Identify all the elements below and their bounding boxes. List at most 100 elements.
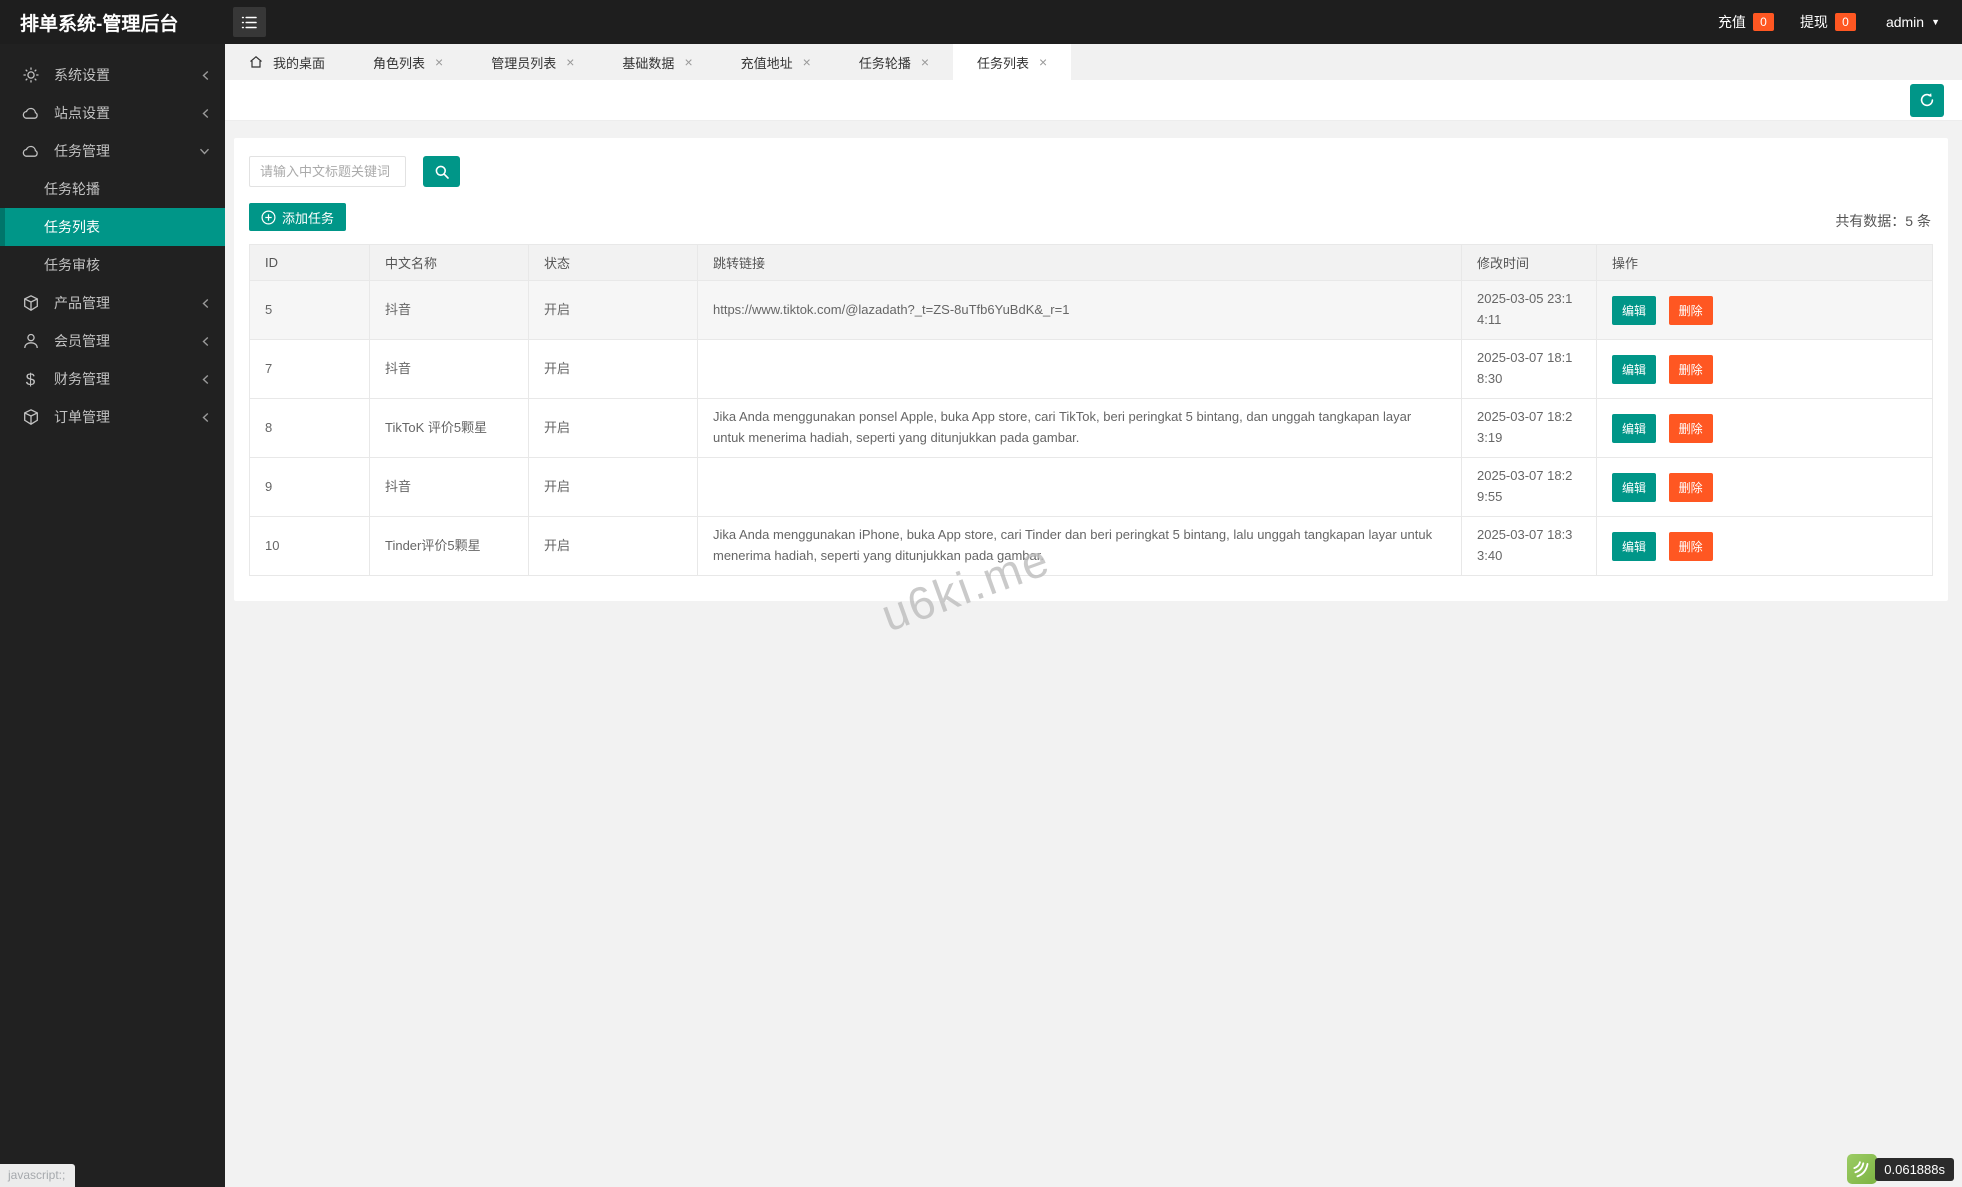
sidebar-item-system-settings[interactable]: 系统设置 [0,56,225,94]
tab-label: 任务轮播 [859,53,911,72]
cell-name: 抖音 [370,281,529,340]
table-header-row: ID 中文名称 状态 跳转链接 修改时间 操作 [250,245,1933,281]
tab-recharge-address[interactable]: 充值地址 × [717,44,835,80]
chevron-left-icon [201,70,210,81]
chevron-left-icon [201,412,210,423]
tab-label: 充值地址 [741,53,793,72]
thinkphp-logo [1847,1154,1877,1184]
cell-status: 开启 [529,340,698,399]
recharge-count-badge[interactable]: 0 [1753,13,1774,31]
sidebar-item-product-management[interactable]: 产品管理 [0,284,225,322]
sidebar: 系统设置 站点设置 任务管理 任务轮播 任务列表 任务审核 产品管理 会员管理 [0,44,225,1187]
cell-status: 开启 [529,281,698,340]
sidebar-subitem-task-carousel[interactable]: 任务轮播 [0,170,225,208]
cloud-icon [21,142,40,161]
cell-time: 2025-03-07 18:23:19 [1462,399,1597,458]
sidebar-item-member-management[interactable]: 会员管理 [0,322,225,360]
sidebar-item-site-settings[interactable]: 站点设置 [0,94,225,132]
close-icon[interactable]: × [566,55,574,69]
close-icon[interactable]: × [1039,55,1047,69]
delete-button[interactable]: 删除 [1669,532,1713,561]
recharge-link[interactable]: 充值 [1718,12,1746,32]
chevron-down-icon: ▼ [1931,17,1940,27]
sidebar-item-label: 站点设置 [54,103,110,123]
edit-button[interactable]: 编辑 [1612,296,1656,325]
cell-actions: 编辑 删除 [1597,281,1933,340]
add-task-button[interactable]: 添加任务 [249,203,346,231]
refresh-icon [1918,91,1936,109]
home-icon [249,55,263,69]
cell-link: Jika Anda menggunakan ponsel Apple, buka… [698,399,1462,458]
tab-task-carousel[interactable]: 任务轮播 × [835,44,953,80]
task-table: ID 中文名称 状态 跳转链接 修改时间 操作 5 抖音 开启 https://… [249,244,1933,576]
column-header-actions: 操作 [1597,245,1933,281]
cell-actions: 编辑 删除 [1597,517,1933,576]
sidebar-subitem-label: 任务列表 [44,217,100,237]
debug-bar: 0.061888s [1847,1154,1954,1184]
chevron-left-icon [201,336,210,347]
withdraw-link[interactable]: 提现 [1800,12,1828,32]
search-button[interactable] [423,156,460,187]
chevron-left-icon [201,298,210,309]
cell-id: 10 [250,517,370,576]
link-preview-tooltip: javascript:; [0,1164,75,1187]
delete-button[interactable]: 删除 [1669,473,1713,502]
app-title: 排单系统-管理后台 [0,9,225,36]
sidebar-toggle-button[interactable] [233,7,266,37]
total-count-text: 共有数据：5 条 [1835,211,1933,231]
cell-status: 开启 [529,399,698,458]
delete-button[interactable]: 删除 [1669,355,1713,384]
cloud-icon [21,104,40,123]
add-task-label: 添加任务 [282,208,334,227]
sidebar-subitem-task-review[interactable]: 任务审核 [0,246,225,284]
page-load-time[interactable]: 0.061888s [1875,1158,1954,1181]
tab-task-list[interactable]: 任务列表 × [953,44,1071,80]
tab-admin-list[interactable]: 管理员列表 × [467,44,598,80]
header-right: 充值 0 提现 0 admin ▼ [1718,12,1962,32]
delete-button[interactable]: 删除 [1669,296,1713,325]
sidebar-item-finance-management[interactable]: $ 财务管理 [0,360,225,398]
cell-name: Tinder评价5颗星 [370,517,529,576]
cell-actions: 编辑 删除 [1597,399,1933,458]
user-menu[interactable]: admin ▼ [1886,14,1940,30]
sidebar-item-label: 订单管理 [54,407,110,427]
column-header-link: 跳转链接 [698,245,1462,281]
cell-id: 8 [250,399,370,458]
edit-button[interactable]: 编辑 [1612,473,1656,502]
hamburger-icon [241,15,258,30]
close-icon[interactable]: × [684,55,692,69]
table-row: 9 抖音 开启 2025-03-07 18:29:55 编辑 删除 [250,458,1933,517]
close-icon[interactable]: × [803,55,811,69]
cube-icon [21,294,40,313]
person-icon [21,332,40,351]
sidebar-item-label: 会员管理 [54,331,110,351]
sidebar-item-task-management[interactable]: 任务管理 [0,132,225,170]
tab-basic-data[interactable]: 基础数据 × [598,44,716,80]
search-row [249,156,1933,187]
search-input[interactable] [249,156,406,187]
sidebar-subitem-label: 任务轮播 [44,179,100,199]
tab-label: 基础数据 [622,53,674,72]
sidebar-item-label: 财务管理 [54,369,110,389]
edit-button[interactable]: 编辑 [1612,532,1656,561]
close-icon[interactable]: × [921,55,929,69]
sidebar-subitem-task-list[interactable]: 任务列表 [0,208,225,246]
cell-link [698,458,1462,517]
dollar-icon: $ [21,370,40,389]
cell-name: TikToK 评价5颗星 [370,399,529,458]
cell-id: 9 [250,458,370,517]
tab-label: 任务列表 [977,53,1029,72]
column-header-status: 状态 [529,245,698,281]
tab-role-list[interactable]: 角色列表 × [349,44,467,80]
edit-button[interactable]: 编辑 [1612,414,1656,443]
delete-button[interactable]: 删除 [1669,414,1713,443]
edit-button[interactable]: 编辑 [1612,355,1656,384]
cell-actions: 编辑 删除 [1597,340,1933,399]
refresh-button[interactable] [1910,84,1944,117]
sidebar-item-order-management[interactable]: 订单管理 [0,398,225,436]
tab-my-desktop[interactable]: 我的桌面 [225,44,349,80]
withdraw-count-badge[interactable]: 0 [1835,13,1856,31]
sidebar-item-label: 任务管理 [54,141,110,161]
close-icon[interactable]: × [435,55,443,69]
cell-name: 抖音 [370,458,529,517]
